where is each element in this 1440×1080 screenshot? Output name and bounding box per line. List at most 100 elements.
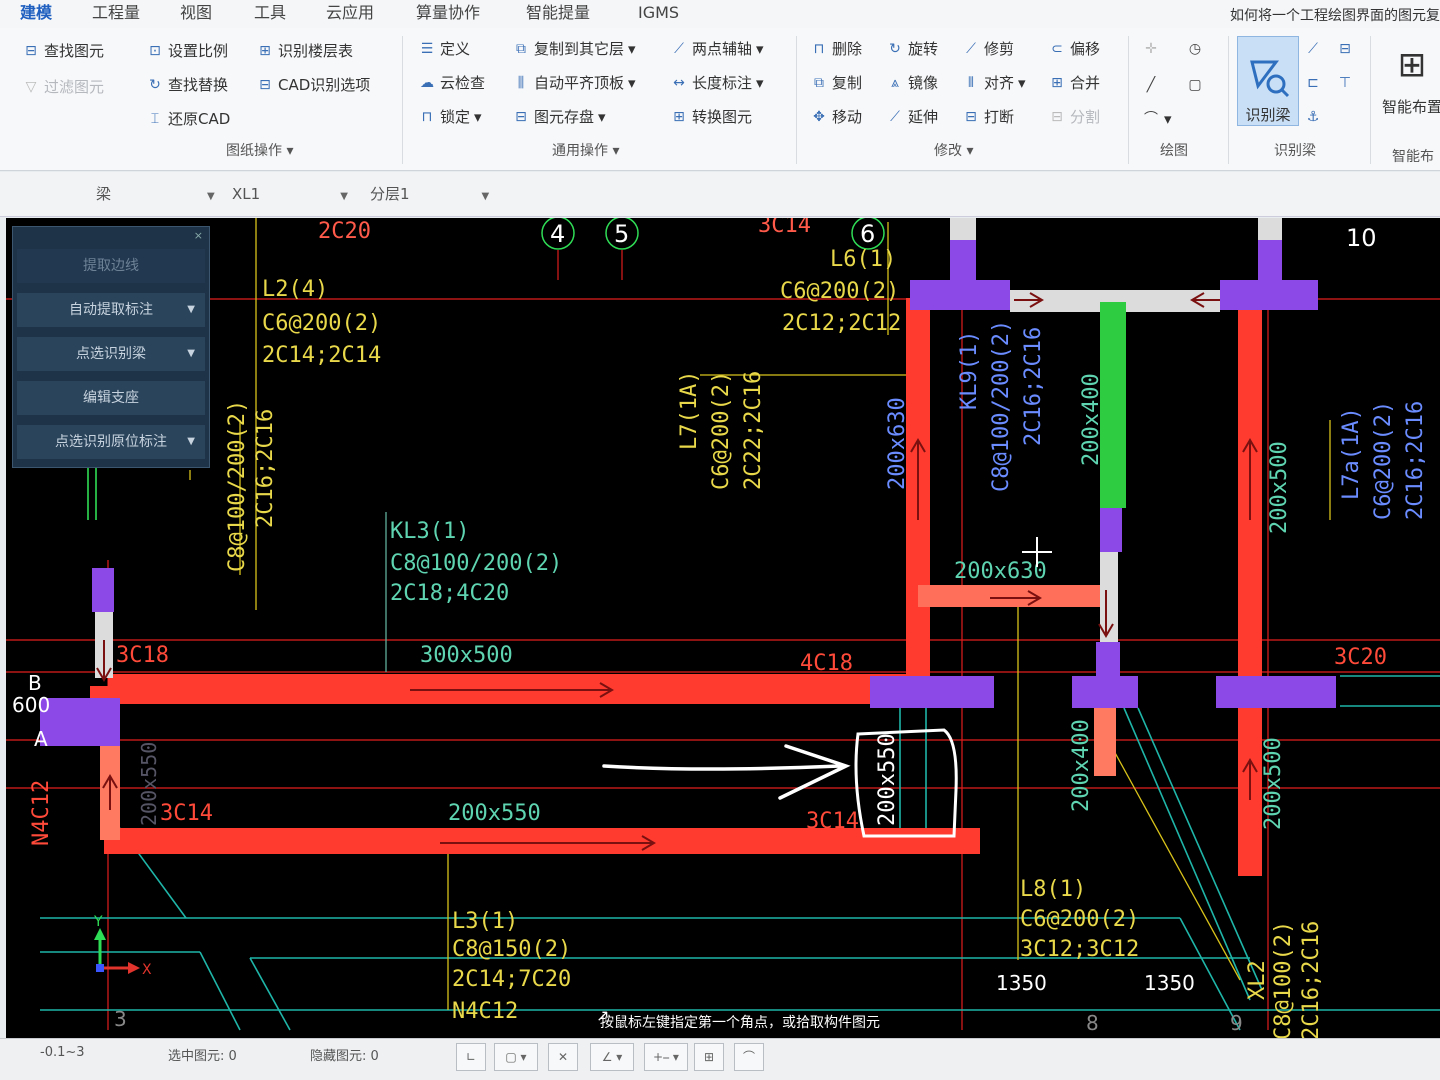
support <box>950 240 976 310</box>
draw-arc-button[interactable]: ⌒ ▾ <box>1142 106 1172 132</box>
beam-tool-1-button[interactable]: ⟋ <box>1304 36 1322 62</box>
chevron-down-icon: ▼ <box>481 191 490 202</box>
close-icon[interactable]: × <box>194 229 203 242</box>
outline-line <box>1123 707 1251 1001</box>
cad-options-icon: ⊟ <box>259 77 271 93</box>
element-name-select[interactable]: XL1 ▼ <box>232 182 348 206</box>
axis-lines <box>6 218 1440 1030</box>
move-button[interactable]: ✥ 移动 <box>810 104 862 130</box>
ribbon-separator <box>796 36 797 164</box>
tab-igms[interactable]: IGMS <box>638 2 679 26</box>
set-scale-button[interactable]: ⊡ 设置比例 <box>146 38 228 64</box>
beam-edit-icon: ⟋ <box>1308 41 1318 57</box>
break-button[interactable]: ⊟ 打断 <box>962 104 1014 130</box>
panel-item-pick-identify-beam[interactable]: 点选识别梁 ▼ <box>17 337 205 371</box>
layer-select[interactable]: 分层1 ▼ <box>370 182 489 206</box>
annotation-line: L6(1) <box>830 247 896 272</box>
tab-collab[interactable]: 算量协作 <box>416 2 480 26</box>
size-label: 200x400 <box>1079 373 1104 466</box>
extend-button[interactable]: ⟋ 延伸 <box>886 104 938 130</box>
group-label-drawing-ops[interactable]: 图纸操作 ▾ <box>226 140 293 160</box>
two-point-axis-button[interactable]: ⟋ 两点辅轴 ▾ <box>670 36 763 62</box>
panel-item-extract-edge[interactable]: 提取边线 <box>17 249 205 283</box>
find-replace-button[interactable]: ↻ 查找替换 <box>146 72 228 98</box>
panel-item-auto-extract-label[interactable]: 自动提取标注 ▼ <box>17 293 205 327</box>
rebar-label: 2C20 <box>318 219 371 244</box>
merge-button[interactable]: ⊞ 合并 <box>1048 70 1100 96</box>
smart-layout-button[interactable]: 智能布置 <box>1382 94 1440 120</box>
arc-tool-icon[interactable]: ⌒ <box>734 1043 764 1071</box>
rectangle-icon: ▢ <box>1188 77 1202 93</box>
find-icon: ⊟ <box>25 43 37 59</box>
beam-tool-4-button[interactable]: ⊤ <box>1336 70 1354 96</box>
angle-icon[interactable]: ∠ ▾ <box>590 1043 634 1071</box>
define-button[interactable]: ☰ 定义 <box>418 36 470 62</box>
grid-icon: ⊞ <box>1397 45 1427 85</box>
smart-layout-grid-button[interactable]: ⊞ <box>1392 40 1432 90</box>
tab-view[interactable]: 视图 <box>180 2 212 26</box>
beam-tool-3-button[interactable]: ⊏ <box>1304 70 1322 96</box>
find-element-button[interactable]: ⊟ 查找图元 <box>22 38 104 64</box>
element-selector-row: 梁 ▼ XL1 ▼ 分层1 ▼ <box>0 172 1440 217</box>
copy-to-floor-button[interactable]: ⧉ 复制到其它层 ▾ <box>512 36 636 62</box>
align-button[interactable]: ⫴ 对齐 ▾ <box>962 70 1026 96</box>
offset-button[interactable]: ⊂ 偏移 <box>1048 36 1100 62</box>
scale-icon: ⊡ <box>149 43 161 59</box>
snap-mode-icon[interactable]: ▢ ▾ <box>494 1043 538 1071</box>
break-icon: ⊟ <box>965 109 977 125</box>
beam-tool-2-button[interactable]: ⊟ <box>1336 36 1354 62</box>
ribbon: ⊟ 查找图元 ▽ 过滤图元 ⊡ 设置比例 ⊞ 识别楼层表 ↻ 查找替换 ⊟ CAD识别选项 … <box>0 28 1440 171</box>
split-button[interactable]: ⊟ 分割 <box>1048 104 1100 130</box>
beam-tool-5-button[interactable]: ⚓ <box>1304 104 1322 130</box>
length-dim-button[interactable]: ↔ 长度标注 ▾ <box>670 70 763 96</box>
trim-button[interactable]: ⟋ 修剪 <box>962 36 1014 62</box>
cad-outline-lines <box>40 468 1440 1031</box>
support <box>92 568 114 612</box>
outline-line <box>199 951 241 1031</box>
dynamic-input-icon[interactable]: +⎯ ▾ <box>644 1043 688 1071</box>
delete-button[interactable]: ⊓ 删除 <box>810 36 862 62</box>
ortho-toggle-icon[interactable]: ∟ <box>456 1043 486 1071</box>
panel-item-pick-identify-inplace[interactable]: 点选识别原位标注 ▼ <box>17 425 205 459</box>
annotation-line: 2C22;2C16 <box>741 371 766 490</box>
cad-drawing[interactable]: 4 5 6 10 3 8 9 B A 600 2C20 3C14 L2(4) C… <box>6 218 1440 1038</box>
cad-options-button[interactable]: ⊟ CAD识别选项 <box>256 72 370 98</box>
group-label-modify[interactable]: 修改 ▾ <box>934 140 973 160</box>
cloud-check-button[interactable]: ☁ 云检查 <box>418 70 485 96</box>
panel-item-edit-support[interactable]: 编辑支座 <box>17 381 205 415</box>
draw-point-button[interactable]: ✛ <box>1142 36 1160 62</box>
grid-snap-icon[interactable]: ⊞ <box>694 1043 724 1071</box>
copy-button[interactable]: ⧉ 复制 <box>810 70 862 96</box>
cloud-icon: ☁ <box>420 75 434 91</box>
cross-select-icon[interactable]: ✕ <box>548 1043 578 1071</box>
tab-quantity[interactable]: 工程量 <box>92 2 140 26</box>
identify-beam-button[interactable]: 识别梁 <box>1237 36 1299 126</box>
cad-canvas[interactable]: 4 5 6 10 3 8 9 B A 600 2C20 3C14 L2(4) C… <box>6 218 1440 1038</box>
draw-line-button[interactable]: ╱ <box>1142 72 1160 98</box>
draw-rect-button[interactable]: ▢ <box>1186 72 1204 98</box>
mirror-button[interactable]: ⩓ 镜像 <box>886 70 938 96</box>
annotation-line: C6@200(2) <box>1020 907 1139 932</box>
filter-element-button[interactable]: ▽ 过滤图元 <box>22 74 104 100</box>
line-icon: ╱ <box>1146 77 1156 93</box>
group-label-general-ops[interactable]: 通用操作 ▾ <box>552 140 619 160</box>
axis-label: 5 <box>614 220 629 248</box>
annotation-line: XL2 <box>1245 960 1270 1000</box>
outline-line <box>249 957 291 1031</box>
tab-modeling[interactable]: 建模 <box>20 2 52 26</box>
status-bar: -0.1~3 选中图元: 0 隐藏图元: 0 ∟ ▢ ▾ ✕ ∠ ▾ +⎯ ▾ … <box>0 1038 1440 1080</box>
restore-cad-button[interactable]: ⌶ 还原CAD <box>146 106 231 132</box>
element-type-select[interactable]: 梁 ▼ <box>96 182 215 206</box>
tab-smart-extract[interactable]: 智能提量 <box>526 2 590 26</box>
convert-element-button[interactable]: ⊞ 转换图元 <box>670 104 752 130</box>
element-save-button[interactable]: ⊟ 图元存盘 ▾ <box>512 104 605 130</box>
tab-cloud[interactable]: 云应用 <box>326 2 374 26</box>
column-top <box>1258 218 1282 240</box>
identify-floor-table-button[interactable]: ⊞ 识别楼层表 <box>256 38 353 64</box>
leader-lines <box>189 218 1331 1010</box>
tab-tools[interactable]: 工具 <box>254 2 286 26</box>
lock-button[interactable]: ⊓ 锁定 ▾ <box>418 104 482 130</box>
auto-slab-button[interactable]: ⫼ 自动平齐顶板 ▾ <box>512 70 636 96</box>
draw-circle-button[interactable]: ◷ <box>1186 36 1204 62</box>
rotate-button[interactable]: ↻ 旋转 <box>886 36 938 62</box>
